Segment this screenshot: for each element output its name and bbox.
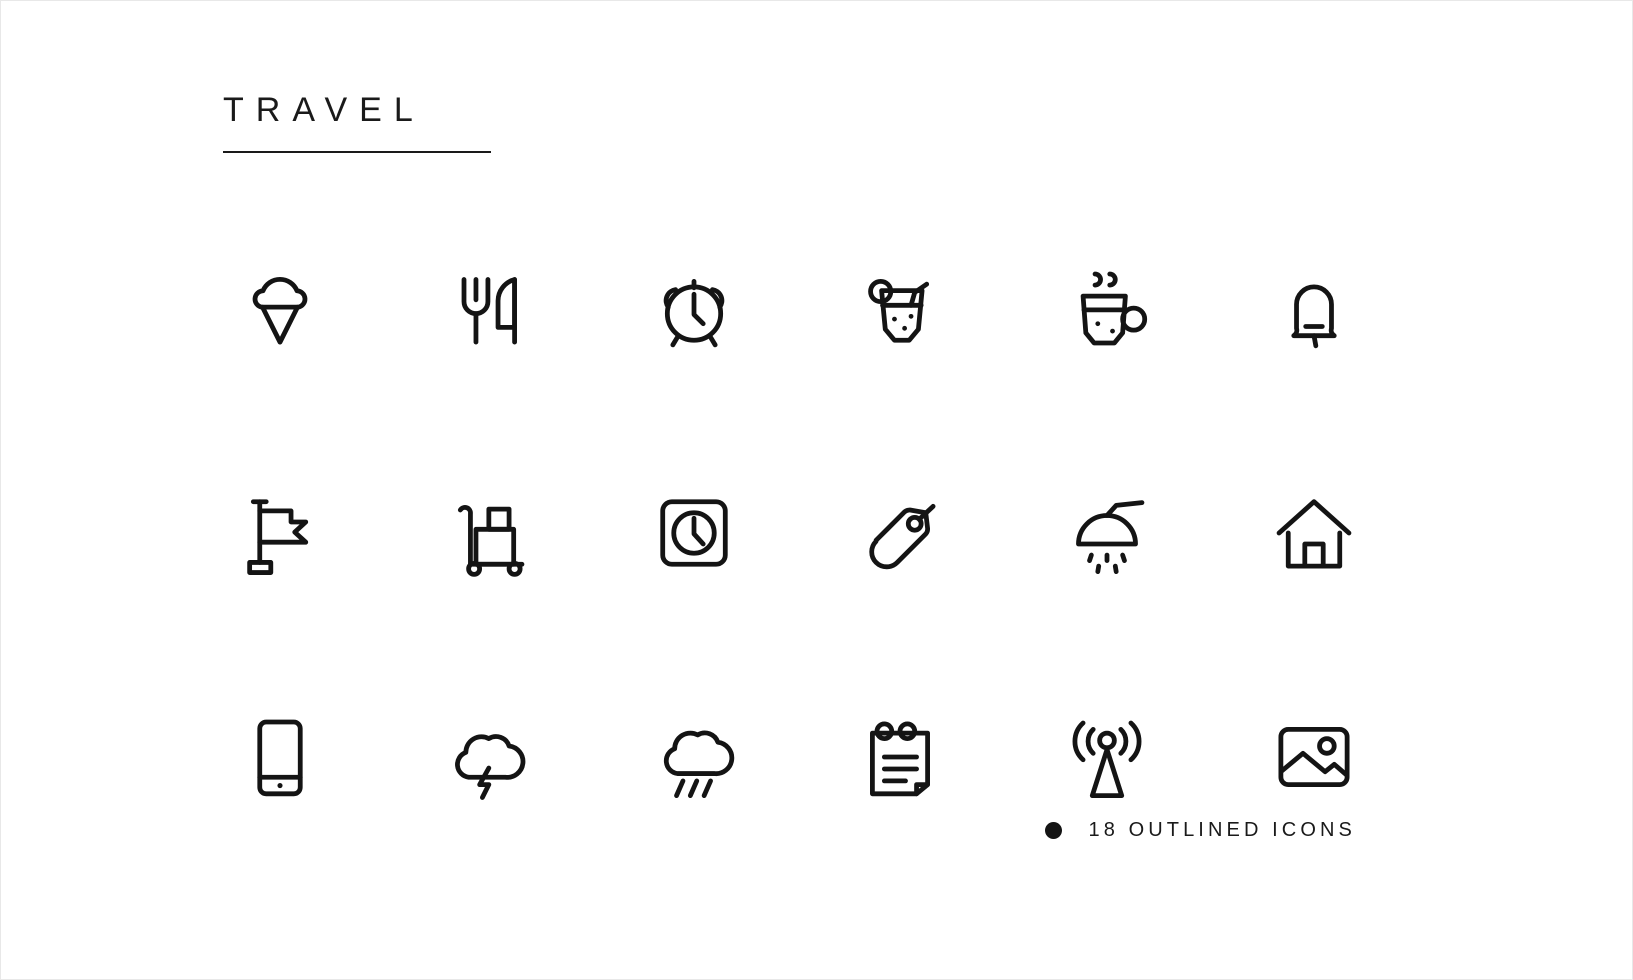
hot-mug-icon — [1080, 271, 1148, 346]
title-underline — [223, 151, 491, 153]
house-icon — [1276, 499, 1352, 569]
rain-cloud-icon — [663, 730, 734, 799]
luggage-trolley-icon — [457, 505, 525, 577]
icon-cell-luggage-tag[interactable] — [797, 421, 1004, 645]
footer: 18 OUTLINED ICONS — [1045, 819, 1356, 842]
icon-cell-ice-cream-cone[interactable] — [177, 197, 384, 421]
footer-caption: 18 OUTLINED ICONS — [1088, 819, 1356, 841]
icon-cell-smartphone[interactable] — [177, 645, 384, 869]
flag-icon — [247, 499, 309, 575]
square-clock-icon — [659, 499, 728, 567]
icon-cell-rain-cloud[interactable] — [590, 645, 797, 869]
icon-cell-notepad[interactable] — [797, 645, 1004, 869]
image-photo-icon — [1278, 727, 1350, 787]
cocktail-drink-icon — [868, 279, 930, 343]
icon-grid — [177, 197, 1417, 869]
bell-icon — [1291, 284, 1337, 349]
icon-cell-house[interactable] — [1210, 421, 1417, 645]
ice-cream-cone-icon — [252, 277, 308, 345]
page-header: TRAVEL — [223, 93, 491, 153]
page-title: TRAVEL — [223, 91, 425, 129]
icon-set-page: TRAVEL 18 OUTLINED ICONS — [0, 0, 1633, 980]
icon-cell-flag[interactable] — [177, 421, 384, 645]
fork-and-knife-icon — [461, 277, 517, 345]
notepad-icon — [870, 721, 931, 797]
smartphone-icon — [257, 719, 303, 797]
icon-cell-hot-mug[interactable] — [1004, 197, 1211, 421]
radio-tower-icon — [1072, 720, 1142, 799]
icon-cell-square-clock[interactable] — [590, 421, 797, 645]
icon-cell-alarm-clock[interactable] — [590, 197, 797, 421]
icon-cell-bell[interactable] — [1210, 197, 1417, 421]
luggage-tag-icon — [869, 503, 936, 570]
icon-cell-shower-head[interactable] — [1004, 421, 1211, 645]
icon-cell-cocktail-drink[interactable] — [797, 197, 1004, 421]
thunderstorm-cloud-icon — [455, 734, 526, 800]
icon-cell-luggage-trolley[interactable] — [384, 421, 591, 645]
icon-cell-fork-and-knife[interactable] — [384, 197, 591, 421]
bullet-dot-icon — [1045, 822, 1063, 839]
alarm-clock-icon — [663, 279, 724, 348]
shower-head-icon — [1076, 500, 1145, 575]
icon-cell-thunderstorm-cloud[interactable] — [384, 645, 591, 869]
